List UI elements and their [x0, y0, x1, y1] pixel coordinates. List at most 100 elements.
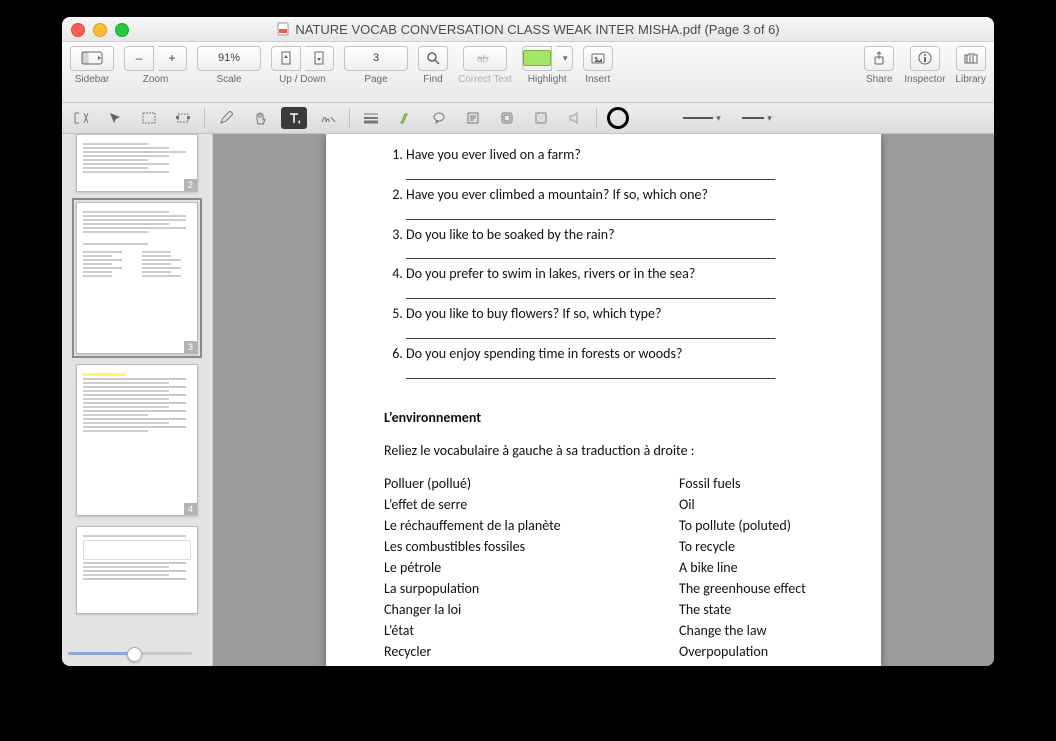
vocab-item: Polluer (pollué): [384, 475, 679, 494]
find-label: Find: [423, 74, 442, 85]
note-tool-icon[interactable]: [460, 107, 486, 129]
minimize-button[interactable]: [93, 23, 107, 37]
list-item: Do you enjoy spending time in forests or…: [406, 345, 823, 383]
vocab-columns: Polluer (pollué) L’effet de serre Le réc…: [384, 474, 823, 662]
question-list: Have you ever lived on a farm? __________…: [384, 146, 823, 383]
page-viewport[interactable]: Have you ever lived on a farm? __________…: [213, 134, 994, 666]
stroke-style-menu[interactable]: ▾: [677, 107, 727, 129]
list-item: Do you prefer to swim in lakes, rivers o…: [406, 265, 823, 303]
shape-ring-icon[interactable]: [605, 107, 631, 129]
list-item: Have you ever lived on a farm? __________…: [406, 146, 823, 184]
vocab-item: L’état: [384, 622, 679, 641]
vocab-item: Les combustibles fossiles: [384, 538, 679, 557]
library-button[interactable]: [956, 46, 986, 71]
vocab-item: L’effet de serre: [384, 496, 679, 515]
question-text: Do you like to be soaked by the rain?: [406, 226, 615, 243]
thumbnail-page-3[interactable]: 3: [76, 202, 198, 354]
line-style-icon[interactable]: [358, 107, 384, 129]
updown-label: Up / Down: [279, 74, 326, 85]
svg-text:ab: ab: [477, 54, 489, 65]
rect-select-tool-icon[interactable]: [136, 107, 162, 129]
vocab-item: Overpopulation: [679, 643, 806, 662]
thumbnail-page-4[interactable]: 4: [76, 364, 198, 516]
list-item: Have you ever climbed a mountain? If so,…: [406, 186, 823, 224]
scale-field[interactable]: 91%: [197, 46, 261, 71]
close-button[interactable]: [71, 23, 85, 37]
list-item: Do you like to buy flowers? If so, which…: [406, 305, 823, 343]
answer-blank: ________________________________________…: [406, 165, 775, 182]
section-heading: L’environnement: [384, 409, 823, 428]
list-item: Do you like to be soaked by the rain?___…: [406, 226, 823, 264]
titlebar: NATURE VOCAB CONVERSATION CLASS WEAK INT…: [62, 17, 994, 42]
annotation-toolbar: ▾ ▾: [62, 103, 994, 134]
scale-label: Scale: [216, 74, 241, 85]
answer-blank: ________________________________________…: [406, 324, 775, 341]
highlight-button[interactable]: [522, 46, 552, 71]
sound-tool-icon[interactable]: [562, 107, 588, 129]
main-toolbar: Sidebar – + Zoom 91% Scale Up / Down 3 P…: [62, 42, 994, 103]
vocab-item: The greenhouse effect: [679, 580, 806, 599]
vocab-item: Oil: [679, 496, 806, 515]
question-text: Do you prefer to swim in lakes, rivers o…: [406, 265, 695, 282]
vocab-item: To recycle: [679, 538, 806, 557]
marker-tool-icon[interactable]: [392, 107, 418, 129]
vocab-left-column: Polluer (pollué) L’effet de serre Le réc…: [384, 474, 679, 662]
share-button[interactable]: [864, 46, 894, 71]
speech-bubble-icon[interactable]: [426, 107, 452, 129]
window-title: NATURE VOCAB CONVERSATION CLASS WEAK INT…: [295, 22, 779, 37]
insert-label: Insert: [585, 74, 610, 85]
vocab-item: Fossil fuels: [679, 475, 806, 494]
insert-button[interactable]: [583, 46, 613, 71]
share-label: Share: [866, 74, 893, 85]
vocab-item: Le réchauffement de la planète: [384, 517, 679, 536]
page-up-button[interactable]: [271, 46, 301, 71]
question-text: Have you ever lived on a farm?: [406, 146, 581, 163]
vocab-item: The state: [679, 601, 806, 620]
correct-text-button: ab: [463, 46, 507, 71]
vocab-item: Le pétrole: [384, 559, 679, 578]
sidebar-label: Sidebar: [75, 74, 109, 85]
thumbnail-page-5[interactable]: [76, 526, 198, 614]
sidebar-zoom-slider[interactable]: [62, 644, 198, 662]
crop-tool-icon[interactable]: [170, 107, 196, 129]
link-tool-icon[interactable]: [494, 107, 520, 129]
arrow-style-menu[interactable]: ▾: [735, 107, 779, 129]
arrow-tool-icon[interactable]: [102, 107, 128, 129]
vocab-item: Change the law: [679, 622, 806, 641]
content-area: 2 3 4: [62, 134, 994, 666]
traffic-lights: [71, 23, 129, 37]
sidebar-toggle[interactable]: [70, 46, 114, 71]
pdf-icon: [276, 22, 290, 36]
find-button[interactable]: [418, 46, 448, 71]
page-number-badge: 4: [184, 503, 197, 515]
page-field[interactable]: 3: [344, 46, 408, 71]
question-text: Do you like to buy flowers? If so, which…: [406, 305, 661, 322]
pencil-tool-icon[interactable]: [213, 107, 239, 129]
thumbnail-page-2[interactable]: 2: [76, 134, 198, 192]
vocab-item: Recycler: [384, 643, 679, 662]
text-tool-icon[interactable]: [281, 107, 307, 129]
text-select-tool-icon[interactable]: [68, 107, 94, 129]
highlight-menu[interactable]: ▾: [556, 46, 573, 71]
preview-window: NATURE VOCAB CONVERSATION CLASS WEAK INT…: [62, 17, 994, 666]
inspector-button[interactable]: [910, 46, 940, 71]
page-down-button[interactable]: [305, 46, 334, 71]
mask-tool-icon[interactable]: [528, 107, 554, 129]
question-text: Have you ever climbed a mountain? If so,…: [406, 186, 708, 203]
page-number-badge: 3: [184, 341, 197, 353]
zoom-in-button[interactable]: +: [158, 46, 187, 71]
vocab-item: A bike line: [679, 559, 806, 578]
answer-blank: ________________________________________…: [406, 364, 775, 381]
vocab-item: To pollute (poluted): [679, 517, 806, 536]
zoom-out-button[interactable]: –: [124, 46, 154, 71]
zoom-label: Zoom: [143, 74, 169, 85]
zoom-button[interactable]: [115, 23, 129, 37]
instruction-text: Reliez le vocabulaire à gauche à sa trad…: [384, 442, 823, 461]
hand-tool-icon[interactable]: [247, 107, 273, 129]
signature-tool-icon[interactable]: [315, 107, 341, 129]
thumbnail-sidebar[interactable]: 2 3 4: [62, 134, 213, 666]
page-label: Page: [364, 74, 387, 85]
correct-label: Correct Text: [458, 74, 512, 85]
vocab-item: La surpopulation: [384, 580, 679, 599]
answer-blank: ________________________________________…: [406, 244, 775, 261]
